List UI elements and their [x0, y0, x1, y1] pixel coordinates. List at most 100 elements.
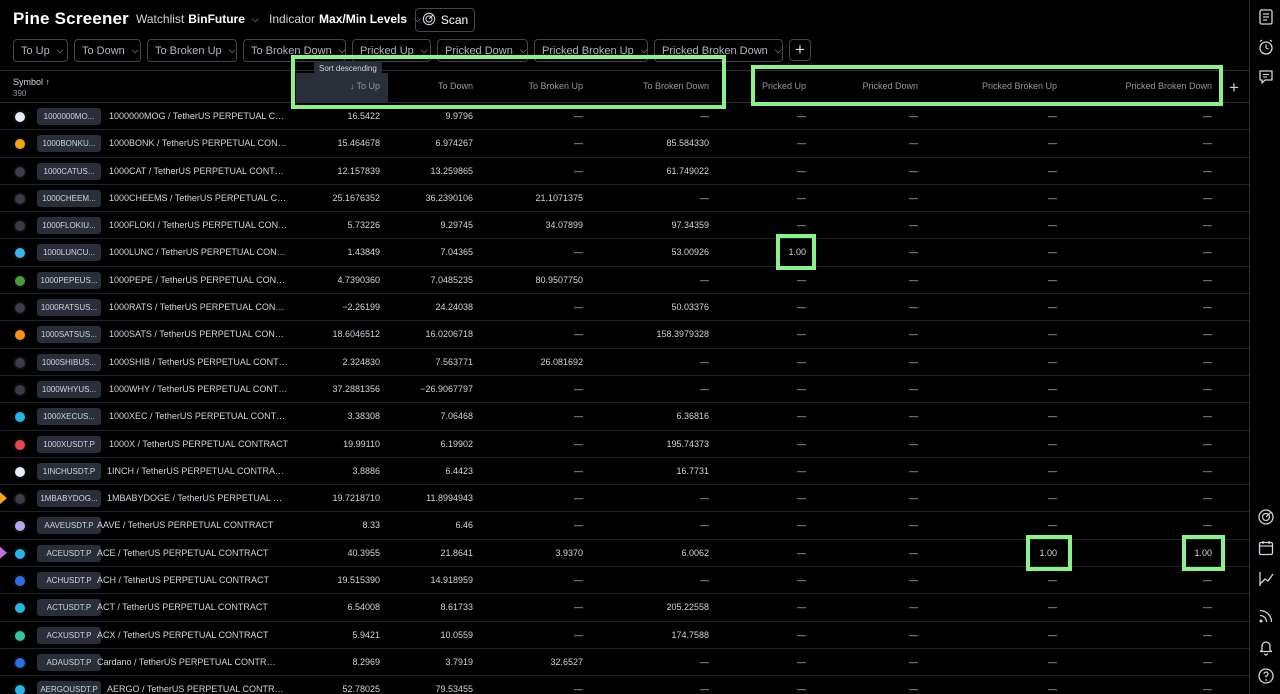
filter-chip[interactable]: Pricked Up ⌵	[352, 39, 431, 62]
table-row[interactable]: ACTUSDT.P ACT / TetherUS PERPETUAL CONTRA…	[0, 594, 1249, 622]
column-header[interactable]: To Down	[438, 81, 473, 91]
column-header-label: To Broken Down	[642, 81, 709, 91]
coin-logo-icon	[13, 355, 27, 370]
ticker-badge[interactable]: ACHUSDT.P	[37, 572, 101, 590]
table-row[interactable]: 1000000MO... 1000000MOG / TetherUS PERPET…	[0, 103, 1249, 131]
ticker-badge[interactable]: 1000LUNCU...	[37, 244, 101, 262]
ticker-badge[interactable]: AERGOUSDT.P	[37, 681, 101, 694]
add-filter-button[interactable]: +	[789, 39, 811, 61]
add-column-button[interactable]: +	[1229, 78, 1239, 98]
ticker-badge[interactable]: 1000WHYUS...	[37, 380, 101, 398]
table-cell: —	[700, 520, 709, 531]
ticker-badge[interactable]: 1000RATSUS...	[37, 299, 101, 317]
ticker-badge[interactable]: 1000PEPEUS...	[37, 271, 101, 289]
table-cell: 7.0485235	[430, 274, 473, 285]
table-cell: —	[909, 383, 918, 394]
ticker-badge[interactable]: 1000000MO...	[37, 108, 101, 125]
table-row[interactable]: 1000CATUS... 1000CAT / TetherUS PERPETUAL…	[0, 158, 1249, 185]
ticker-badge[interactable]: 1000XUSDT.P	[37, 435, 101, 453]
table-cell: —	[797, 356, 806, 367]
table-row[interactable]: AERGOUSDT.P AERGO / TetherUS PERPETUAL CO…	[0, 676, 1249, 694]
column-header[interactable]: Pricked Broken Up	[982, 81, 1057, 91]
ticker-badge[interactable]: 1000SATSUS...	[37, 326, 101, 344]
calendar-icon[interactable]	[1257, 539, 1275, 557]
ticker-badge[interactable]: 1INCHUSDT.P	[37, 462, 101, 480]
column-header[interactable]: To Broken Up	[528, 81, 583, 91]
column-header[interactable]: Pricked Down	[862, 81, 918, 91]
table-cell: 7.563771	[435, 356, 473, 367]
column-header[interactable]: ↓ To Up	[350, 81, 380, 91]
table-cell: —	[574, 493, 583, 504]
table-row[interactable]: 1000XUSDT.P 1000X / TetherUS PERPETUAL CO…	[0, 431, 1249, 458]
flag-marker-icon[interactable]	[0, 546, 7, 559]
column-header[interactable]: Pricked Up	[762, 81, 806, 91]
table-cell: 3.8886	[352, 465, 380, 476]
filter-chip-label: To Up	[21, 44, 50, 57]
table-row[interactable]: 1000FLOKIU... 1000FLOKI / TetherUS PERPET…	[0, 212, 1249, 240]
filter-chip[interactable]: Pricked Down ⌵	[437, 39, 528, 62]
table-row[interactable]: 1000RATSUS... 1000RATS / TetherUS PERPETU…	[0, 294, 1249, 322]
table-row[interactable]: 1MBABYDOG... 1MBABYDOGE / TetherUS PERPET…	[0, 485, 1249, 513]
column-header[interactable]: Pricked Broken Down	[1125, 81, 1212, 91]
table-cell: −2.26199	[342, 302, 380, 313]
feed-icon[interactable]	[1257, 607, 1275, 625]
watchlist-selector[interactable]: Watchlist BinFuture ⌵	[136, 12, 259, 26]
table-row[interactable]: 1000LUNCU... 1000LUNC / TetherUS PERPETUA…	[0, 239, 1249, 267]
filter-chip[interactable]: Pricked Broken Up ⌵	[534, 39, 648, 62]
table-cell: —	[909, 547, 918, 558]
ticker-badge[interactable]: ADAUSDT.P	[37, 653, 101, 671]
table-row[interactable]: AAVEUSDT.P AAVE / TetherUS PERPETUAL CONT…	[0, 512, 1249, 540]
table-cell: 1.00	[1039, 547, 1057, 558]
screener-icon[interactable]	[1257, 508, 1275, 526]
filter-chip[interactable]: To Down ⌵	[74, 39, 141, 62]
flag-marker-icon[interactable]	[0, 492, 7, 505]
table-cell: —	[797, 138, 806, 149]
indicator-selector[interactable]: Indicator Max/Min Levels ⌵	[269, 12, 421, 26]
chevron-down-icon: ⌵	[519, 45, 527, 55]
symbol-description: ACX / TetherUS PERPETUAL CONTRACT	[97, 629, 269, 640]
ticker-badge[interactable]: ACTUSDT.P	[37, 599, 101, 617]
ticker-badge[interactable]: 1MBABYDOG...	[37, 490, 101, 508]
table-row[interactable]: ACHUSDT.P ACH / TetherUS PERPETUAL CONTRA…	[0, 567, 1249, 595]
column-header[interactable]: To Broken Down	[643, 81, 709, 91]
chart-trend-icon[interactable]	[1257, 570, 1275, 588]
ticker-badge[interactable]: ACXUSDT.P	[37, 626, 101, 644]
table-cell: 1.00	[1194, 547, 1212, 558]
help-icon[interactable]	[1257, 667, 1275, 685]
alarm-clock-icon[interactable]	[1257, 38, 1275, 56]
filter-chip[interactable]: To Broken Down ⌵	[243, 39, 346, 62]
table-row[interactable]: ACEUSDT.P ACE / TetherUS PERPETUAL CONTRA…	[0, 540, 1249, 568]
filter-chip[interactable]: To Broken Up ⌵	[147, 39, 237, 62]
table-row[interactable]: 1000SHIBUS... 1000SHIB / TetherUS PERPETU…	[0, 349, 1249, 376]
table-cell: —	[1203, 602, 1212, 613]
bell-icon[interactable]	[1257, 638, 1275, 656]
table-row[interactable]: 1000BONKU... 1000BONK / TetherUS PERPETUA…	[0, 130, 1249, 158]
ticker-badge[interactable]: 1000CATUS...	[37, 162, 101, 180]
ticker-badge[interactable]: 1000CHEEM...	[37, 189, 101, 207]
chat-icon[interactable]	[1257, 68, 1275, 86]
ticker-badge[interactable]: 1000SHIBUS...	[37, 353, 101, 371]
table-row[interactable]: 1INCHUSDT.P 1INCH / TetherUS PERPETUAL CO…	[0, 458, 1249, 486]
table-row[interactable]: 1000PEPEUS... 1000PEPE / TetherUS PERPETU…	[0, 267, 1249, 295]
table-row[interactable]: ADAUSDT.P Cardano / TetherUS PERPETUAL CO…	[0, 649, 1249, 677]
table-row[interactable]: 1000XECUS... 1000XEC / TetherUS PERPETUAL…	[0, 403, 1249, 431]
table-row[interactable]: ACXUSDT.P ACX / TetherUS PERPETUAL CONTRA…	[0, 622, 1249, 649]
scan-button[interactable]: Scan	[415, 8, 475, 32]
ticker-badge[interactable]: AAVEUSDT.P	[37, 517, 101, 535]
table-row[interactable]: 1000CHEEM... 1000CHEEMS / TetherUS PERPET…	[0, 185, 1249, 213]
symbol-description: 1000000MOG / TetherUS PERPETUAL CO...	[109, 111, 289, 121]
table-row[interactable]: 1000SATSUS... 1000SATS / TetherUS PERPETU…	[0, 321, 1249, 349]
symbol-description: ACH / TetherUS PERPETUAL CONTRACT	[97, 575, 270, 586]
ticker-badge[interactable]: 1000FLOKIU...	[37, 217, 101, 235]
filter-chip[interactable]: Pricked Broken Down ⌵	[654, 39, 783, 62]
watchlist-icon[interactable]	[1257, 8, 1275, 26]
table-cell: —	[1048, 165, 1057, 176]
ticker-badge[interactable]: 1000XECUS...	[37, 408, 101, 426]
ticker-badge[interactable]: ACEUSDT.P	[37, 544, 101, 562]
table-cell: —	[1203, 411, 1212, 422]
symbol-column-header[interactable]: Symbol ↑	[13, 77, 50, 87]
table-cell: —	[1048, 356, 1057, 367]
table-row[interactable]: 1000WHYUS... 1000WHY / TetherUS PERPETUAL…	[0, 376, 1249, 404]
ticker-badge[interactable]: 1000BONKU...	[37, 135, 101, 153]
filter-chip[interactable]: To Up ⌵	[13, 39, 68, 62]
